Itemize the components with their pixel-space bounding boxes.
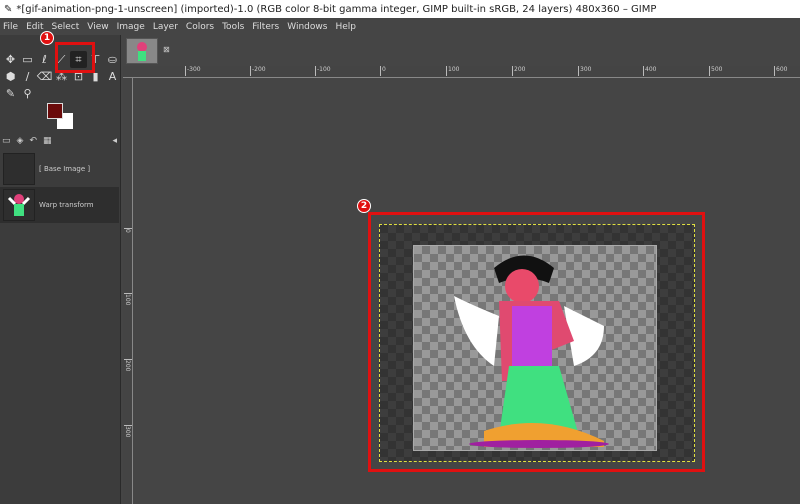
ruler-label: 0 (124, 228, 132, 233)
ruler-label: -300 (185, 66, 201, 76)
ruler-label: 300 (124, 425, 132, 438)
menu-image[interactable]: Image (117, 22, 145, 32)
image-canvas[interactable] (379, 224, 695, 462)
menu-view[interactable]: View (87, 22, 108, 32)
paintbrush-tool-icon[interactable]: ∕ (19, 68, 36, 85)
ruler-label: 200 (512, 66, 525, 76)
menu-colors[interactable]: Colors (186, 22, 214, 32)
lasso-tool-icon[interactable]: ℓ (36, 51, 53, 68)
undo-tab-icon[interactable]: ↶ (29, 136, 37, 150)
menu-help[interactable]: Help (335, 22, 356, 32)
layer-row[interactable]: [ Base Image ] (0, 151, 119, 187)
ruler-label: 100 (124, 293, 132, 306)
layer-thumbnail (3, 189, 35, 221)
window-title: *[gif-animation-png-1-unscreen] (importe… (16, 3, 657, 15)
dock-menu-icon[interactable]: ◂ (112, 136, 117, 150)
menu-file[interactable]: File (3, 22, 18, 32)
move-tool-icon[interactable]: ✥ (2, 51, 19, 68)
layer-name: Warp transform (39, 201, 94, 209)
ruler-label: 600 (774, 66, 787, 76)
menu-tools[interactable]: Tools (222, 22, 244, 32)
ruler-label: 300 (578, 66, 591, 76)
title-bar: ✎ *[gif-animation-png-1-unscreen] (import… (0, 0, 800, 18)
foreground-color-swatch[interactable] (47, 103, 63, 119)
color-picker-tool-icon[interactable]: ✎ (2, 85, 19, 102)
ruler-label: -200 (250, 66, 266, 76)
images-tab-icon[interactable]: ▦ (43, 136, 52, 150)
warp-tool-icon[interactable]: ⛀ (104, 51, 121, 68)
menu-bar: File Edit Select View Image Layer Colors… (0, 18, 800, 35)
ruler-label: 400 (643, 66, 656, 76)
eraser-tool-icon[interactable]: ⌫ (36, 68, 53, 85)
dock-tabs: ▭ ◈ ↶ ▦ ◂ (0, 136, 121, 150)
layer-name: [ Base Image ] (39, 165, 91, 173)
menu-filters[interactable]: Filters (252, 22, 279, 32)
layer-thumbnail (3, 153, 35, 185)
menu-layer[interactable]: Layer (153, 22, 178, 32)
layers-tab-icon[interactable]: ▭ (2, 136, 11, 150)
ruler-label: -100 (315, 66, 331, 76)
menu-select[interactable]: Select (52, 22, 80, 32)
menu-edit[interactable]: Edit (26, 22, 43, 32)
layer-row[interactable]: Warp transform (0, 187, 119, 223)
menu-windows[interactable]: Windows (287, 22, 327, 32)
zoom-tool-icon[interactable]: ⚲ (19, 85, 36, 102)
text-tool-icon[interactable]: A (104, 68, 121, 85)
toolbox-panel: ✥ ▭ ℓ ⟋ ⌗ ⊤ ⛀ ⬢ ∕ ⌫ ⁂ ⊡ ▮ A ✎ ⚲ 1 ▭ ◈ ↶ ▦ ◂ … (0, 31, 121, 504)
horizontal-ruler[interactable]: -300 -200 -100 0 100 200 300 400 500 600 (123, 66, 800, 78)
bucket-fill-tool-icon[interactable]: ⬢ (2, 68, 19, 85)
vertical-ruler[interactable]: 0 100 200 300 (123, 78, 133, 504)
image-layer-boundary (413, 245, 657, 451)
character-image (454, 255, 609, 448)
gimp-app-icon: ✎ (4, 3, 13, 15)
close-image-tab-icon[interactable]: ⊠ (163, 45, 170, 54)
rect-select-tool-icon[interactable]: ▭ (19, 51, 36, 68)
canvas-area: ⊠ -300 -200 -100 0 100 200 300 400 500 6… (123, 35, 800, 504)
ruler-label: 0 (380, 66, 386, 76)
image-tab-thumbnail[interactable] (126, 38, 158, 64)
ruler-label: 100 (446, 66, 459, 76)
step-badge-1: 1 (40, 31, 54, 45)
ruler-label: 200 (124, 359, 132, 372)
ruler-label: 500 (709, 66, 722, 76)
step-badge-2: 2 (357, 199, 371, 213)
crop-tool-highlight (55, 42, 95, 73)
channels-tab-icon[interactable]: ◈ (17, 136, 24, 150)
